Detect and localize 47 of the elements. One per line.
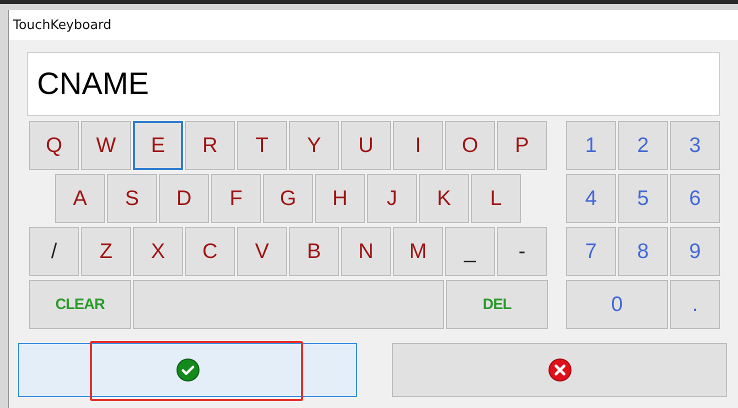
letter-key[interactable]: V — [237, 227, 287, 276]
letter-key[interactable]: C — [185, 227, 235, 276]
symbol-key[interactable]: / — [29, 227, 79, 276]
symbol-key[interactable]: _ — [445, 227, 495, 276]
digit-key[interactable]: 7 — [566, 227, 616, 276]
letter-key[interactable]: S — [107, 174, 157, 223]
letter-key[interactable]: F — [211, 174, 261, 223]
window-title: TouchKeyboard — [13, 18, 112, 32]
letter-key[interactable]: M — [393, 227, 443, 276]
letter-key[interactable]: E — [133, 121, 183, 170]
symbol-key[interactable]: - — [497, 227, 547, 276]
letter-key[interactable]: G — [263, 174, 313, 223]
letter-key[interactable]: K — [419, 174, 469, 223]
letter-key[interactable]: Z — [81, 227, 131, 276]
digit-key[interactable]: 0 — [566, 280, 668, 329]
letter-key[interactable]: A — [55, 174, 105, 223]
letter-key[interactable]: Y — [289, 121, 339, 170]
digit-key[interactable]: 5 — [618, 174, 668, 223]
letter-key[interactable]: Q — [29, 121, 79, 170]
input-field[interactable]: CNAME — [27, 52, 720, 116]
letter-key[interactable]: D — [159, 174, 209, 223]
letter-key[interactable]: O — [445, 121, 495, 170]
cancel-button[interactable] — [392, 343, 727, 397]
letter-key[interactable]: L — [471, 174, 521, 223]
digit-key[interactable]: 9 — [670, 227, 720, 276]
digit-key[interactable]: 3 — [670, 121, 720, 170]
digit-key[interactable]: 1 — [566, 121, 616, 170]
letter-key[interactable]: H — [315, 174, 365, 223]
letter-key[interactable]: X — [133, 227, 183, 276]
letter-key[interactable]: P — [497, 121, 547, 170]
letter-key[interactable]: J — [367, 174, 417, 223]
letter-key[interactable]: I — [393, 121, 443, 170]
letter-key[interactable]: B — [289, 227, 339, 276]
confirm-button[interactable] — [18, 343, 357, 397]
space-key[interactable] — [133, 280, 444, 329]
letter-key[interactable]: N — [341, 227, 391, 276]
letter-key[interactable]: R — [185, 121, 235, 170]
letter-key[interactable]: T — [237, 121, 287, 170]
check-icon — [176, 358, 200, 382]
digit-key[interactable]: 8 — [618, 227, 668, 276]
digit-key[interactable]: 6 — [670, 174, 720, 223]
letter-key[interactable]: U — [341, 121, 391, 170]
digit-key[interactable]: . — [670, 280, 720, 329]
close-icon — [548, 358, 572, 382]
digit-key[interactable]: 2 — [618, 121, 668, 170]
digit-key[interactable]: 4 — [566, 174, 616, 223]
letter-key[interactable]: W — [81, 121, 131, 170]
